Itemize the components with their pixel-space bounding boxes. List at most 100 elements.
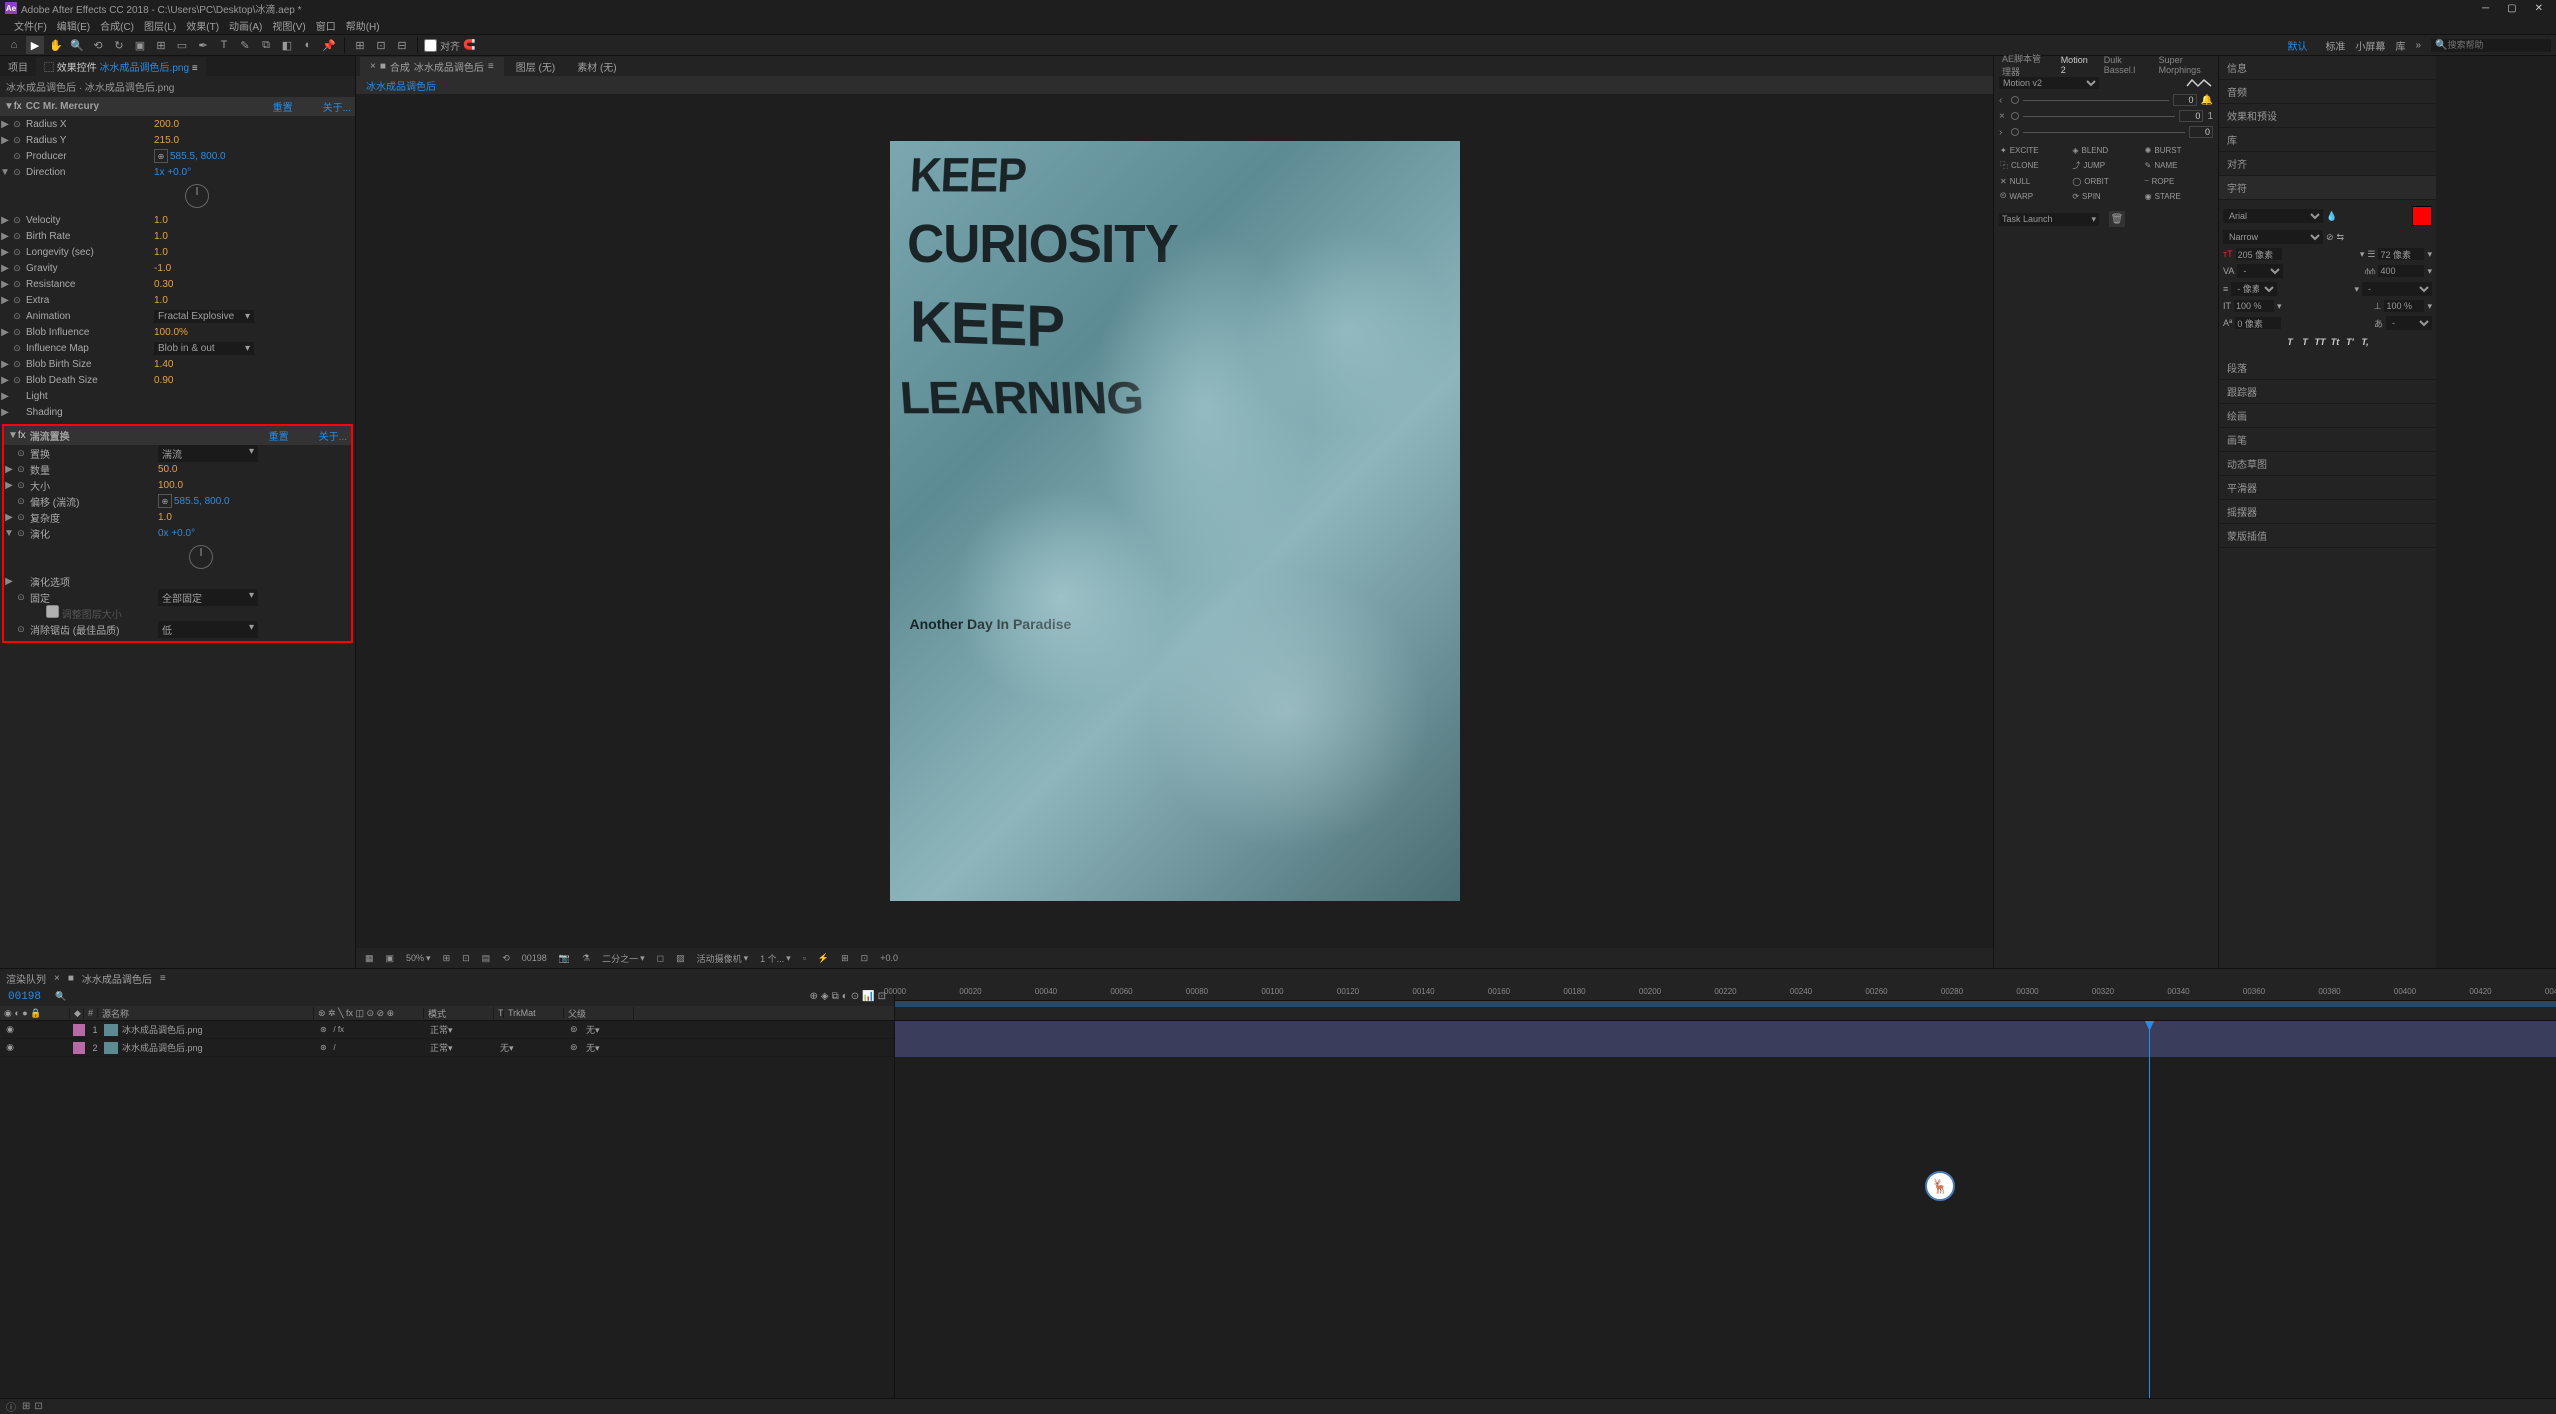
prop-shading[interactable]: Shading [24,407,154,418]
channel-btn[interactable]: ▤ [479,953,494,964]
maximize-button[interactable]: ▢ [2507,3,2516,14]
panel-character[interactable]: 字符 [2219,176,2436,200]
project-tab[interactable]: 项目 [0,57,36,76]
baseline-input[interactable] [2235,317,2281,329]
stopwatch-icon[interactable]: ⊙ [10,151,24,162]
val-blob-death-size[interactable]: 0.90 [154,375,173,386]
pen-tool[interactable]: ✒ [194,36,212,54]
layer-color-tag[interactable] [73,1024,85,1036]
eyedropper-icon[interactable]: 💧 [2326,211,2337,222]
val-size[interactable]: 100.0 [158,480,183,491]
slider-value[interactable]: 0 [2179,110,2203,122]
menu-edit[interactable]: 编辑(E) [53,18,94,33]
snap-icon[interactable]: 🧲 [463,40,475,51]
stopwatch-icon[interactable]: ⊙ [14,528,28,539]
selection-tool[interactable]: ▶ [26,36,44,54]
layer-name[interactable]: 冰水成品调色后.png [120,1041,320,1054]
effect-header-mercury[interactable]: ▼ fx CC Mr. Mercury 重置 关于... [0,97,355,116]
stopwatch-icon[interactable]: ⊙ [10,279,24,290]
shy-icon[interactable]: ⧉ [832,991,839,1002]
viewer-breadcrumb[interactable]: 冰水成品调色后 [356,76,1993,94]
slider-handle[interactable] [2011,96,2019,104]
hscale-input[interactable] [2384,300,2424,312]
layer-tab[interactable]: 图层 (无) [506,57,565,76]
info-icon[interactable]: ⓘ [6,1399,16,1414]
home-tool[interactable]: ⌂ [5,36,23,54]
workspace-library[interactable]: 库 [2395,38,2405,53]
val-displace-type[interactable]: 湍流▾ [158,445,258,462]
slider-value[interactable]: 0 [2173,94,2197,106]
faux-italic-icon[interactable]: T [2298,335,2312,349]
effect-header-displace[interactable]: ▼ fx 湍流置换 重置 关于... [4,426,351,445]
no-fill-icon[interactable]: ⊘ [2326,232,2334,243]
val-producer[interactable]: 585.5, 800.0 [170,151,226,162]
visibility-toggle[interactable]: ◉ [0,1042,20,1053]
small-caps-icon[interactable]: Tt [2328,335,2342,349]
val-extra[interactable]: 1.0 [154,295,168,306]
stopwatch-icon[interactable]: ⊙ [14,624,28,635]
collapse-icon[interactable]: ▼ [4,101,14,112]
slider-track[interactable] [2023,132,2185,133]
val-blob-birth-size[interactable]: 1.40 [154,359,173,370]
stopwatch-icon[interactable]: ⊙ [10,167,24,178]
trkmat-select[interactable]: 无▾ [500,1043,514,1053]
pixel-aspect-btn[interactable]: ▫ [800,953,809,963]
fast-preview-btn[interactable]: ⚡ [815,953,832,964]
effect-controls-tab[interactable]: ⬚ 效果控件 冰水成品调色后.png ≡ [36,57,206,76]
reset-mercury[interactable]: 重置 [273,99,293,114]
tab-dulk[interactable]: Dulk Bassel.l [2096,53,2151,77]
snapshot-btn[interactable]: 📷 [556,953,573,964]
search-help-input[interactable] [2447,40,2537,50]
stopwatch-icon[interactable]: ⊙ [10,135,24,146]
visibility-toggle[interactable]: ◉ [0,1024,20,1035]
slider-value[interactable]: 0 [2189,126,2213,138]
collapse-icon[interactable]: ▼ [8,430,18,441]
blend-mode-select[interactable]: 正常▾ [430,1025,453,1035]
tracking-input[interactable] [2378,265,2424,277]
panel-menu-icon[interactable]: ≡ [192,63,198,74]
prop-evo-options[interactable]: 演化选项 [28,574,158,589]
text-tool[interactable]: T [215,36,233,54]
hand-tool[interactable]: ✋ [47,36,65,54]
comp-switch-icon[interactable]: ⊕ [809,991,817,1002]
about-mercury[interactable]: 关于... [323,99,351,114]
subscript-icon[interactable]: T, [2358,335,2372,349]
viewer-lock-icon[interactable]: × [370,61,376,72]
val-velocity[interactable]: 1.0 [154,215,168,226]
composition-viewer[interactable]: KEEP CURIOSITY KEEP LEARNING Another Day… [356,94,1993,948]
menu-animation[interactable]: 动画(A) [225,18,266,33]
motion-excite[interactable]: ✦ EXCITE [1998,144,2069,157]
panel-paragraph[interactable]: 段落 [2219,356,2436,380]
close-button[interactable]: ✕ [2535,3,2543,14]
menu-effect[interactable]: 效果(T) [182,18,223,33]
kerning-select[interactable]: - [2237,264,2283,278]
parent-select[interactable]: 无▾ [586,1025,600,1035]
panel-paint[interactable]: 绘画 [2219,404,2436,428]
prop-light[interactable]: Light [24,391,154,402]
layer-bar[interactable] [895,1021,2556,1039]
val-pinning[interactable]: 全部固定▾ [158,589,258,606]
orbit-tool[interactable]: ⟲ [89,36,107,54]
reset-displace[interactable]: 重置 [269,428,289,443]
stopwatch-icon[interactable]: ⊙ [14,512,28,523]
panel-audio[interactable]: 音频 [2219,80,2436,104]
work-area[interactable] [895,1001,2556,1007]
workspace-standard[interactable]: 标准 [2325,38,2345,53]
trkmat-header[interactable]: TrkMat [504,1008,564,1018]
timeline-comp-tab[interactable]: 冰水成品调色后 [82,971,152,986]
stopwatch-icon[interactable]: ⊙ [10,311,24,322]
val-birth-rate[interactable]: 1.0 [154,231,168,242]
draft3d-icon[interactable]: ◈ [821,991,829,1002]
toggle-modes-icon[interactable]: ⊡ [34,1401,42,1412]
layer-row[interactable]: ◉ 1 冰水成品调色后.png ⊛ / fx 正常▾ ⊚ 无▾ [0,1021,894,1039]
menu-help[interactable]: 帮助(H) [342,18,384,33]
mask-btn[interactable]: ▣ [383,953,398,964]
stopwatch-icon[interactable]: ⊙ [14,448,28,459]
motion-null[interactable]: ✕ NULL [1998,174,2069,188]
timeline-tracks[interactable]: 🦌 [895,1021,2556,1398]
val-blob-influence[interactable]: 100.0% [154,327,188,338]
stopwatch-icon[interactable]: ⊙ [14,496,28,507]
brush-tool[interactable]: ✎ [236,36,254,54]
camera-tool[interactable]: ▣ [131,36,149,54]
motion-warp[interactable]: ⧀ WARP [1998,189,2069,203]
